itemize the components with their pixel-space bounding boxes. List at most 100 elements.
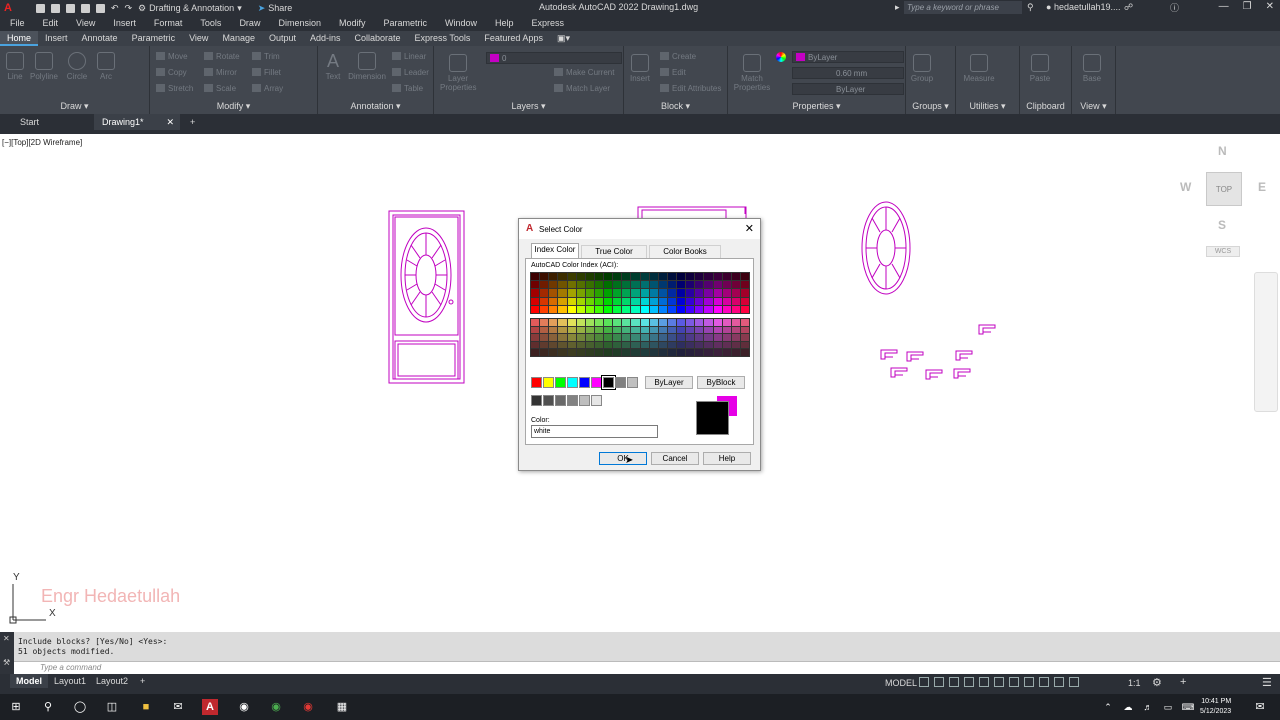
redo-icon[interactable]: ↷ bbox=[125, 3, 133, 14]
aci-color-cell[interactable] bbox=[740, 334, 749, 341]
search-icon[interactable]: ⚲ bbox=[1027, 2, 1034, 13]
aci-color-cell[interactable] bbox=[704, 297, 713, 305]
aci-color-cell[interactable] bbox=[594, 326, 603, 334]
menu-file[interactable]: File bbox=[10, 16, 25, 31]
aci-color-cell[interactable] bbox=[740, 349, 749, 356]
aci-color-cell[interactable] bbox=[594, 305, 603, 313]
aci-color-cell[interactable] bbox=[731, 326, 740, 334]
aci-color-cell[interactable] bbox=[695, 305, 704, 313]
panel-title-view[interactable]: View ▾ bbox=[1072, 101, 1115, 112]
swatch-yellow[interactable] bbox=[543, 377, 554, 388]
navigation-bar[interactable] bbox=[1254, 272, 1278, 412]
aci-color-cell[interactable] bbox=[677, 305, 686, 313]
aci-color-cell[interactable] bbox=[649, 297, 658, 305]
aci-color-cell[interactable] bbox=[704, 349, 713, 356]
calculator-icon[interactable]: ▦ bbox=[334, 699, 350, 715]
aci-color-cell[interactable] bbox=[667, 297, 676, 305]
aci-color-cell[interactable] bbox=[613, 305, 622, 313]
save-as-icon[interactable] bbox=[80, 3, 90, 13]
aci-color-cell[interactable] bbox=[604, 349, 613, 356]
language-icon[interactable]: ⌨ bbox=[1180, 699, 1196, 715]
base-view-button[interactable]: Base bbox=[1080, 54, 1104, 83]
panel-title-groups[interactable]: Groups ▾ bbox=[906, 101, 955, 112]
aci-color-cell[interactable] bbox=[667, 319, 676, 326]
aci-color-cell[interactable] bbox=[531, 319, 540, 326]
aci-color-cell[interactable] bbox=[531, 326, 540, 334]
aci-color-cell[interactable] bbox=[604, 319, 613, 326]
aci-color-cell[interactable] bbox=[667, 281, 676, 289]
aci-color-cell[interactable] bbox=[594, 334, 603, 341]
aci-color-cell[interactable] bbox=[649, 319, 658, 326]
aci-color-cell[interactable] bbox=[604, 281, 613, 289]
restore-icon[interactable]: ❐ bbox=[1243, 1, 1252, 12]
aci-color-cell[interactable] bbox=[622, 334, 631, 341]
lineweight-dropdown[interactable]: 0.60 mm bbox=[792, 67, 904, 79]
aci-color-cell[interactable] bbox=[558, 297, 567, 305]
aci-color-cell[interactable] bbox=[649, 341, 658, 349]
view-cube[interactable]: N W E S TOP WCS bbox=[1176, 142, 1272, 262]
aci-color-cell[interactable] bbox=[604, 326, 613, 334]
aci-color-cell[interactable] bbox=[585, 289, 594, 297]
aci-color-cell[interactable] bbox=[731, 273, 740, 281]
aci-color-cell[interactable] bbox=[695, 281, 704, 289]
color-input[interactable]: white bbox=[531, 425, 658, 438]
aci-color-cell[interactable] bbox=[649, 289, 658, 297]
aci-color-cell[interactable] bbox=[658, 297, 667, 305]
aci-color-cell[interactable] bbox=[658, 319, 667, 326]
aci-color-cell[interactable] bbox=[631, 326, 640, 334]
swatch-green[interactable] bbox=[555, 377, 566, 388]
aci-color-cell[interactable] bbox=[677, 349, 686, 356]
aci-color-cell[interactable] bbox=[594, 349, 603, 356]
make-current-button[interactable]: Make Current bbox=[554, 68, 614, 77]
aci-color-cell[interactable] bbox=[558, 289, 567, 297]
object-snap-tracking-icon[interactable] bbox=[994, 677, 1004, 687]
aci-color-cell[interactable] bbox=[677, 326, 686, 334]
aci-color-cell[interactable] bbox=[649, 305, 658, 313]
tab-annotate[interactable]: Annotate bbox=[75, 31, 125, 46]
match-layer-button[interactable]: Match Layer bbox=[554, 84, 610, 93]
linetype-dropdown[interactable]: ByLayer bbox=[792, 83, 904, 95]
layer-dropdown[interactable]: 0 bbox=[486, 52, 622, 64]
tab-layout1[interactable]: Layout1 bbox=[48, 674, 92, 688]
panel-title-properties[interactable]: Properties ▾ bbox=[728, 101, 905, 112]
aci-color-cell[interactable] bbox=[576, 289, 585, 297]
aci-color-cell[interactable] bbox=[576, 341, 585, 349]
aci-color-cell[interactable] bbox=[713, 297, 722, 305]
aci-color-cell[interactable] bbox=[585, 349, 594, 356]
aci-color-cell[interactable] bbox=[722, 273, 731, 281]
aci-color-cell[interactable] bbox=[704, 281, 713, 289]
aci-color-cell[interactable] bbox=[576, 305, 585, 313]
panel-title-draw[interactable]: Draw ▾ bbox=[0, 101, 149, 112]
aci-color-cell[interactable] bbox=[622, 341, 631, 349]
panel-title-modify[interactable]: Modify ▾ bbox=[150, 101, 317, 112]
aci-color-cell[interactable] bbox=[722, 281, 731, 289]
aci-color-cell[interactable] bbox=[585, 297, 594, 305]
aci-color-cell[interactable] bbox=[704, 341, 713, 349]
aci-color-cell[interactable] bbox=[585, 305, 594, 313]
tab-manage[interactable]: Manage bbox=[215, 31, 262, 46]
aci-color-cell[interactable] bbox=[567, 326, 576, 334]
aci-color-cell[interactable] bbox=[667, 273, 676, 281]
tab-color-books[interactable]: Color Books bbox=[649, 245, 721, 258]
aci-color-cell[interactable] bbox=[731, 334, 740, 341]
menu-view[interactable]: View bbox=[76, 16, 95, 31]
aci-color-cell[interactable] bbox=[585, 273, 594, 281]
ribbon-toggle-icon[interactable]: ▣▾ bbox=[550, 31, 577, 46]
aci-color-cell[interactable] bbox=[667, 334, 676, 341]
aci-color-cell[interactable] bbox=[731, 297, 740, 305]
aci-color-cell[interactable] bbox=[695, 297, 704, 305]
aci-color-cell[interactable] bbox=[658, 281, 667, 289]
tray-up-arrow-icon[interactable]: ⌃ bbox=[1100, 699, 1116, 715]
menu-tools[interactable]: Tools bbox=[200, 16, 221, 31]
aci-color-cell[interactable] bbox=[549, 273, 558, 281]
model-space-toggle[interactable]: MODEL bbox=[885, 678, 917, 688]
aci-color-cell[interactable] bbox=[613, 319, 622, 326]
aci-color-cell[interactable] bbox=[540, 341, 549, 349]
autocad-logo-icon[interactable]: A bbox=[4, 2, 12, 14]
aci-color-cell[interactable] bbox=[549, 341, 558, 349]
aci-color-cell[interactable] bbox=[604, 297, 613, 305]
text-button[interactable]: A Text bbox=[322, 52, 344, 81]
aci-color-cell[interactable] bbox=[613, 281, 622, 289]
aci-color-cell[interactable] bbox=[677, 281, 686, 289]
aci-color-cell[interactable] bbox=[576, 297, 585, 305]
